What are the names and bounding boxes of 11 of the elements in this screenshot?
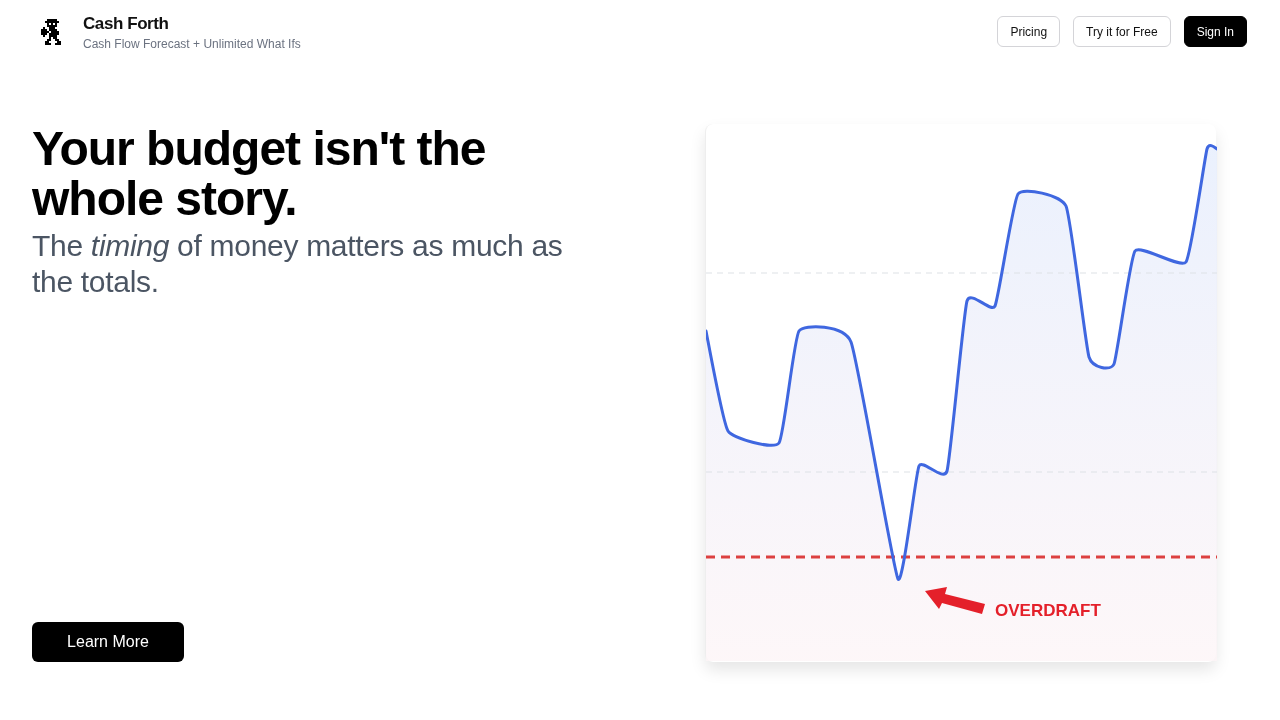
nav-button[interactable]: Sign In	[1183, 16, 1247, 47]
nav-button[interactable]: Pricing	[997, 16, 1061, 47]
hero-headline: Your budget isn't the whole story.	[32, 124, 487, 224]
nav-button[interactable]: Try it for Free	[1073, 16, 1171, 47]
brand-tagline: Cash Flow Forecast + Unlimited What Ifs	[83, 35, 301, 52]
chart-annotation: OVERDRAFT	[995, 600, 1101, 622]
learn-more-button[interactable]: Learn More	[32, 622, 184, 662]
hero-subheadline: The timing of money matters as much as the totals.	[32, 228, 564, 300]
arrow-icon	[925, 587, 985, 615]
pixel-man-icon	[41, 19, 61, 45]
brand-name: Cash Forth	[83, 12, 170, 35]
